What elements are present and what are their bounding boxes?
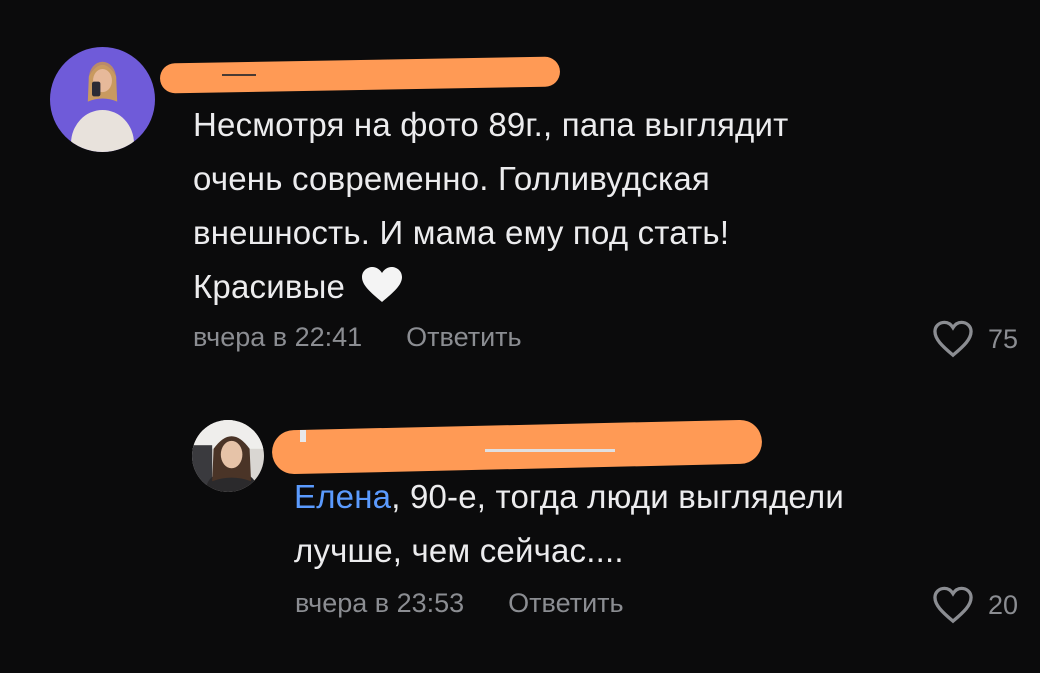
avatar[interactable] [50,47,155,152]
author-name-remnant [222,74,256,76]
comment-line-text: Красивые [193,268,346,305]
heart-outline-icon [933,586,973,624]
author-name-redacted [159,56,561,94]
mention-link[interactable]: Елена [294,478,391,515]
white-heart-icon [360,266,404,320]
comment-body: Несмотря на фото 89г., папа выглядит оче… [193,98,788,320]
like-button[interactable]: 75 [932,320,1018,358]
timestamp: вчера в 22:41 [193,322,363,352]
author-name-remnant [300,430,306,442]
avatar-photo [50,47,155,152]
comment-line: Красивые [193,260,788,320]
comment-line-text: , 90-е, тогда люди выглядели [391,478,844,515]
comment-line: очень современно. Голливудская [193,160,710,197]
avatar[interactable] [192,420,264,492]
comment-meta: вчера в 22:41 Ответить [193,322,522,353]
reply-button[interactable]: Ответить [508,588,623,619]
timestamp: вчера в 23:53 [295,588,465,618]
comment-line: Несмотря на фото 89г., папа выглядит [193,106,789,143]
heart-outline-icon [933,320,973,358]
comment-line: лучше, чем сейчас.... [294,532,624,569]
reply-button[interactable]: Ответить [406,322,521,353]
comment-body: Елена, 90-е, тогда люди выглядели лучше,… [294,470,844,578]
like-count: 75 [988,323,1019,354]
like-button[interactable]: 20 [932,586,1018,624]
author-name-redacted [271,419,763,475]
avatar-photo [192,420,264,492]
author-name-remnant [485,449,615,452]
comment-line: внешность. И мама ему под стать! [193,214,730,251]
comment-meta: вчера в 23:53 Ответить [295,588,624,619]
like-count: 20 [988,589,1019,620]
comment-line: Елена, 90-е, тогда люди выглядели [294,470,844,524]
